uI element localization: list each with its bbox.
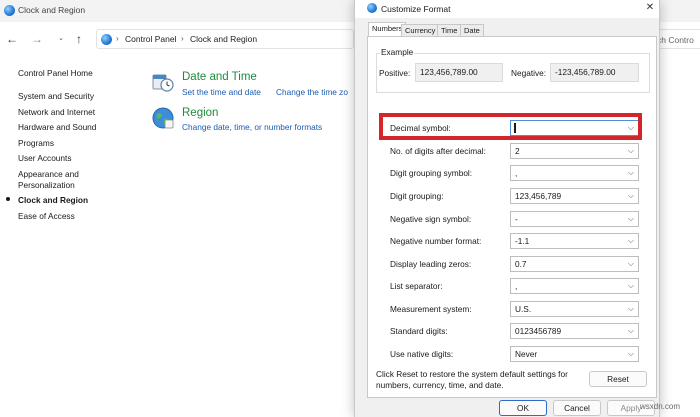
sidebar-item-appearance[interactable]: Appearance and [18,169,79,180]
window-title: Clock and Region [18,5,86,15]
dialog-title-bar: Customize Format ✕ [355,0,659,18]
ok-button[interactable]: OK [499,400,547,416]
chevron-down-icon[interactable]: ⌵ [628,349,634,359]
date-and-time-title[interactable]: Date and Time [182,71,257,83]
chevron-down-icon[interactable]: ⌵ [628,214,634,224]
sidebar-item-programs[interactable]: Programs [18,138,54,149]
digit-grouping-select[interactable]: 123,456,789 ⌵ [510,188,639,204]
negative-sign-symbol-select[interactable]: - ⌵ [510,211,639,227]
globe-icon [4,5,15,16]
back-arrow-icon[interactable]: ← [4,31,20,47]
decimal-symbol-highlight [379,113,642,140]
sidebar-item-ease-of-access[interactable]: Ease of Access [18,211,75,222]
close-icon[interactable]: ✕ [644,2,656,14]
reset-button[interactable]: Reset [589,371,647,387]
reset-description: Click Reset to restore the system defaul… [376,369,568,390]
example-legend: Example [380,47,415,57]
negative-label: Negative: [511,68,547,78]
negative-number-format-select[interactable]: -1.1 ⌵ [510,233,639,249]
digit-grouping-symbol-select[interactable]: , ⌵ [510,165,639,181]
sidebar-item-user-accounts[interactable]: User Accounts [18,153,72,164]
breadcrumb-control-panel[interactable]: Control Panel [125,34,177,44]
set-time-and-date-link[interactable]: Set the time and date [182,87,261,97]
digits-after-decimal-value: 2 [515,146,520,156]
display-leading-zeros-value: 0.7 [515,259,527,269]
chevron-down-icon[interactable]: ⌄ [53,31,69,47]
standard-digits-label: Standard digits: [390,326,448,336]
list-separator-select[interactable]: , ⌵ [510,278,639,294]
standard-digits-select[interactable]: 0123456789 ⌵ [510,323,639,339]
chevron-down-icon[interactable]: ⌵ [628,236,634,246]
chevron-down-icon[interactable]: ⌵ [628,146,634,156]
measurement-system-select[interactable]: U.S. ⌵ [510,301,639,317]
region-globe-icon [152,107,174,129]
chevron-down-icon[interactable]: ⌵ [628,326,634,336]
list-separator-label: List separator: [390,281,443,291]
active-bullet-icon [6,197,10,201]
positive-example-value: 123,456,789.00 [415,63,503,82]
digit-grouping-symbol-value: , [515,168,518,178]
change-formats-link[interactable]: Change date, time, or number formats [182,122,322,132]
positive-label: Positive: [379,68,411,78]
measurement-system-value: U.S. [515,304,532,314]
globe-icon [367,3,377,13]
standard-digits-value: 0123456789 [515,326,562,336]
display-leading-zeros-select[interactable]: 0.7 ⌵ [510,256,639,272]
tab-strip: Numbers Currency Time Date [367,22,657,37]
forward-arrow-icon[interactable]: → [29,31,45,47]
breadcrumb-separator-icon: › [181,34,184,43]
negative-example-value: -123,456,789.00 [550,63,639,82]
sidebar-item-hardware-and-sound[interactable]: Hardware and Sound [18,122,96,133]
breadcrumb-separator-icon: › [116,34,119,43]
digit-grouping-symbol-label: Digit grouping symbol: [390,168,473,178]
region-title[interactable]: Region [182,107,218,119]
list-separator-value: , [515,281,518,291]
chevron-down-icon[interactable]: ⌵ [628,168,634,178]
chevron-down-icon[interactable]: ⌵ [628,304,634,314]
dialog-title: Customize Format [381,4,451,14]
numbers-tab-panel: Example Positive: 123,456,789.00 Negativ… [367,36,657,398]
digit-grouping-value: 123,456,789 [515,191,562,201]
clock-icon [152,74,174,92]
address-bar[interactable]: › Control Panel › Clock and Region [96,29,354,49]
sidebar-item-system-and-security[interactable]: System and Security [18,91,94,102]
sidebar-item-clock-and-region[interactable]: Clock and Region [18,195,88,206]
sidebar-item-control-panel-home[interactable]: Control Panel Home [18,68,93,79]
use-native-digits-select[interactable]: Never ⌵ [510,346,639,362]
negative-sign-symbol-label: Negative sign symbol: [390,214,472,224]
display-leading-zeros-label: Display leading zeros: [390,259,472,269]
search-input[interactable]: ch Contro [656,29,700,49]
measurement-system-label: Measurement system: [390,304,472,314]
change-time-zone-link[interactable]: Change the time zo [276,87,353,97]
sidebar-item-network-and-internet[interactable]: Network and Internet [18,107,95,118]
chevron-down-icon[interactable]: ⌵ [628,259,634,269]
customize-format-dialog: Customize Format ✕ Numbers Currency Time… [354,0,660,417]
chevron-down-icon[interactable]: ⌵ [628,191,634,201]
chevron-down-icon[interactable]: ⌵ [628,281,634,291]
digit-grouping-label: Digit grouping: [390,191,444,201]
watermark: wsxdn.com [640,402,681,411]
breadcrumb-clock-and-region[interactable]: Clock and Region [190,34,257,44]
up-arrow-icon[interactable]: ↑ [71,31,87,47]
negative-number-format-value: -1.1 [515,236,530,246]
digits-after-decimal-select[interactable]: 2 ⌵ [510,143,639,159]
search-placeholder: ch Contro [657,35,694,45]
cancel-button[interactable]: Cancel [553,400,601,416]
negative-sign-symbol-value: - [515,214,518,224]
digits-after-decimal-label: No. of digits after decimal: [390,146,486,156]
use-native-digits-value: Never [515,349,538,359]
use-native-digits-label: Use native digits: [390,349,454,359]
globe-icon [101,34,112,45]
negative-number-format-label: Negative number format: [390,236,482,246]
sidebar-item-personalization[interactable]: Personalization [18,180,75,191]
